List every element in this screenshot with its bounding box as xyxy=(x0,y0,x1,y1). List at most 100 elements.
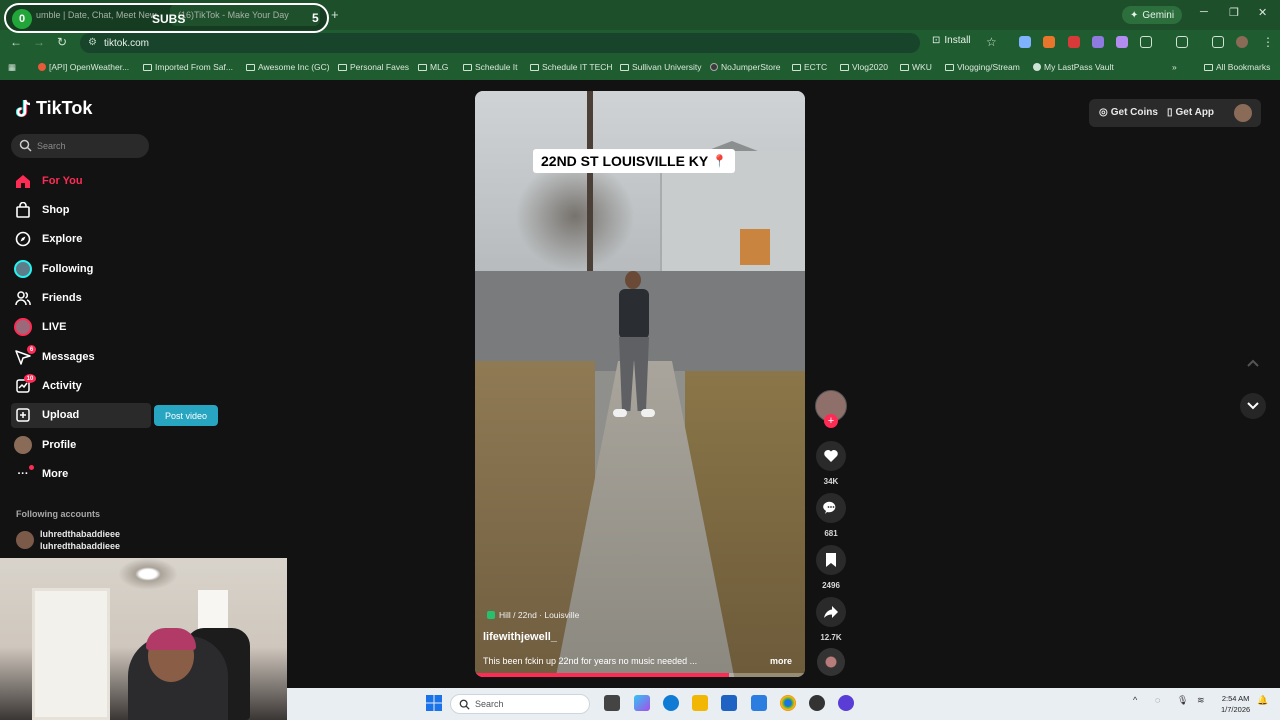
more-link[interactable]: more xyxy=(770,656,792,666)
bookmark[interactable]: ECTC xyxy=(792,62,827,72)
bookmark[interactable]: Vlogging/Stream xyxy=(945,62,1020,72)
bookmark[interactable]: MLG xyxy=(418,62,448,72)
obs-icon[interactable] xyxy=(809,695,825,711)
site-info-icon[interactable]: ⚙ xyxy=(88,37,97,48)
microphone-icon[interactable]: 🎙 xyxy=(1177,695,1189,711)
previous-video-button[interactable] xyxy=(1240,350,1266,376)
comment-button[interactable] xyxy=(816,493,846,523)
bookmarks-overflow-icon[interactable]: » xyxy=(1172,62,1177,72)
close-icon[interactable]: ✕ xyxy=(1258,6,1267,19)
media-icon[interactable] xyxy=(1212,36,1224,48)
app-icon[interactable] xyxy=(838,695,854,711)
nav-upload[interactable]: Upload xyxy=(14,404,79,426)
nav-explore[interactable]: Explore xyxy=(14,228,82,250)
nav-activity[interactable]: 10 Activity xyxy=(14,374,82,397)
tiktok-search-input[interactable]: Search xyxy=(11,134,149,158)
shopping-bag-icon xyxy=(14,201,32,219)
store-icon[interactable] xyxy=(721,695,737,711)
extension-icon[interactable] xyxy=(1092,36,1104,48)
chrome-icon[interactable] xyxy=(780,695,796,711)
nav-profile[interactable]: Profile xyxy=(14,434,76,456)
get-app-label: Get App xyxy=(1175,107,1215,118)
bookmark[interactable]: Schedule It xyxy=(463,62,518,72)
extension-icon[interactable] xyxy=(1043,36,1055,48)
reload-icon[interactable]: ↻ xyxy=(57,35,67,49)
bookmark[interactable]: Schedule IT TECH xyxy=(530,62,613,72)
next-video-button[interactable] xyxy=(1240,393,1266,419)
tiktok-logo[interactable]: TikTok xyxy=(16,98,92,119)
install-button[interactable]: ⊡ Install xyxy=(932,35,971,46)
taskbar-clock[interactable]: 2:54 AM 1/7/2026 xyxy=(1221,693,1250,715)
get-coins-button[interactable]: ◎ Get Coins xyxy=(1099,107,1158,118)
nav-following[interactable]: Following xyxy=(14,258,93,280)
nav-friends[interactable]: Friends xyxy=(14,287,82,309)
bookmark[interactable]: Imported From Saf... xyxy=(143,62,233,72)
menu-icon[interactable]: ⋮ xyxy=(1262,35,1274,49)
home-icon xyxy=(14,172,32,190)
nav-shop[interactable]: Shop xyxy=(14,199,70,221)
follow-plus-button[interactable]: + xyxy=(824,414,838,428)
windows-start-icon[interactable] xyxy=(426,695,442,711)
copilot-icon[interactable] xyxy=(634,695,650,711)
bookmark[interactable]: Personal Faves xyxy=(338,62,409,72)
like-button[interactable] xyxy=(816,441,846,471)
nav-messages[interactable]: 6 Messages xyxy=(14,345,95,368)
like-count: 34K xyxy=(823,477,839,486)
file-explorer-icon[interactable] xyxy=(692,695,708,711)
video-progress-bar[interactable] xyxy=(475,673,805,677)
apps-grid-icon[interactable]: ▦ xyxy=(8,62,16,73)
bookmark[interactable]: Awesome Inc (GC) xyxy=(246,62,330,72)
bookmark[interactable]: Sullivan University xyxy=(620,62,701,72)
gemini-button[interactable]: ✦ Gemini xyxy=(1122,6,1183,24)
task-view-icon[interactable] xyxy=(604,695,620,711)
post-video-button[interactable]: Post video xyxy=(154,405,218,426)
taskbar-search-placeholder: Search xyxy=(475,699,504,709)
bookmark[interactable]: NoJumperStore xyxy=(710,62,781,72)
restore-icon[interactable]: ❐ xyxy=(1229,6,1239,19)
side-panel-icon[interactable] xyxy=(1176,36,1188,48)
address-bar[interactable]: ⚙ tiktok.com xyxy=(80,33,920,53)
bookmark[interactable]: [API] OpenWeather... xyxy=(38,62,129,72)
video-location-tag[interactable]: Hill / 22nd · Louisville xyxy=(487,610,579,620)
taskbar-search[interactable]: Search xyxy=(450,694,590,714)
extension-icon[interactable] xyxy=(1019,36,1031,48)
bookmark-star-icon[interactable]: ☆ xyxy=(986,35,997,49)
nav-for-you[interactable]: For You xyxy=(14,170,83,192)
minimize-icon[interactable]: ─ xyxy=(1200,6,1208,18)
bookmark[interactable]: My LastPass Vault xyxy=(1033,62,1114,72)
edge-icon[interactable] xyxy=(663,695,679,711)
new-tab-button[interactable]: + xyxy=(331,7,339,22)
extension-icon[interactable] xyxy=(1068,36,1080,48)
forward-icon[interactable]: → xyxy=(33,35,45,49)
avatar xyxy=(16,531,34,549)
extension-icon[interactable] xyxy=(1116,36,1128,48)
bookmark-label: ECTC xyxy=(804,62,828,72)
location-pin-icon: 📍 xyxy=(712,154,728,168)
avatar[interactable] xyxy=(1234,104,1252,122)
nav-live[interactable]: LIVE xyxy=(14,316,66,338)
notification-bell-icon[interactable]: 🔔 xyxy=(1257,695,1269,711)
save-button[interactable] xyxy=(816,545,846,575)
bookmark[interactable]: WKU xyxy=(900,62,932,72)
mail-icon[interactable] xyxy=(751,695,767,711)
folder-icon xyxy=(945,63,954,71)
following-account[interactable]: luhredthabaddieee luhredthabaddieee xyxy=(16,528,120,552)
network-icon[interactable]: ◌ xyxy=(1155,695,1167,711)
wifi-icon[interactable]: ≋ xyxy=(1197,695,1209,711)
video-author[interactable]: lifewithjewell_ xyxy=(483,631,557,643)
video-player[interactable]: 22ND ST LOUISVILLE KY 📍 Hill / 22nd · Lo… xyxy=(475,91,805,677)
tray-overflow-icon[interactable]: ^ xyxy=(1133,695,1143,711)
all-bookmarks[interactable]: All Bookmarks xyxy=(1204,62,1270,72)
streamer-headset xyxy=(146,628,196,650)
nav-more[interactable]: ··· More xyxy=(14,463,68,485)
extensions-puzzle-icon[interactable] xyxy=(1140,36,1152,48)
bookmark[interactable]: Vlog2020 xyxy=(840,62,888,72)
back-icon[interactable]: ← xyxy=(10,35,22,49)
search-icon xyxy=(19,139,32,152)
profile-avatar[interactable] xyxy=(1236,36,1248,48)
share-button[interactable] xyxy=(816,597,846,627)
music-disc[interactable] xyxy=(817,648,845,676)
bookmark-label: [API] OpenWeather... xyxy=(49,62,130,72)
dancer-head xyxy=(625,271,641,289)
get-app-button[interactable]: ▯ Get App xyxy=(1167,107,1214,118)
